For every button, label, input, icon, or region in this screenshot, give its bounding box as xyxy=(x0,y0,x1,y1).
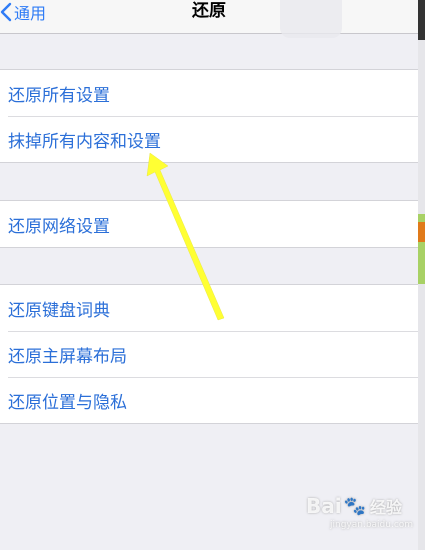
watermark-logo: Bai 🐾 经验 xyxy=(306,494,402,518)
watermark-text: Bai xyxy=(306,494,342,518)
erase-all-content-label: 抹掉所有内容和设置 xyxy=(8,131,161,152)
background-edge-orange xyxy=(418,222,425,242)
reset-home-screen-layout-label: 还原主屏幕布局 xyxy=(8,346,127,367)
reset-group-1: 还原所有设置 抹掉所有内容和设置 xyxy=(0,69,418,163)
reset-network-settings-label: 还原网络设置 xyxy=(8,216,110,237)
watermark-cn: 经验 xyxy=(370,498,403,517)
reset-network-settings-item[interactable]: 还原网络设置 xyxy=(0,201,418,247)
navigation-bar: 通用 还原 xyxy=(0,0,418,38)
reset-location-privacy-item[interactable]: 还原位置与隐私 xyxy=(0,377,418,423)
reset-keyboard-dictionary-item[interactable]: 还原键盘词典 xyxy=(0,285,418,331)
erase-all-content-item[interactable]: 抹掉所有内容和设置 xyxy=(0,116,418,162)
reset-all-settings-label: 还原所有设置 xyxy=(8,85,110,106)
watermark-url: jingyan.baidu.com xyxy=(330,520,414,530)
reset-home-screen-layout-item[interactable]: 还原主屏幕布局 xyxy=(0,331,418,377)
watermark-paw-icon: 🐾 xyxy=(343,495,367,517)
reset-keyboard-dictionary-label: 还原键盘词典 xyxy=(8,300,110,321)
reset-group-3: 还原键盘词典 还原主屏幕布局 还原位置与隐私 xyxy=(0,284,418,424)
reset-all-settings-item[interactable]: 还原所有设置 xyxy=(0,70,418,116)
reset-location-privacy-label: 还原位置与隐私 xyxy=(8,392,127,413)
overlay-ghost xyxy=(280,0,342,38)
reset-group-2: 还原网络设置 xyxy=(0,200,418,248)
settings-screen: 通用 还原 还原所有设置 抹掉所有内容和设置 还原网络设置 还原键盘词典 还原主… xyxy=(0,0,418,550)
background-edge-dark xyxy=(418,0,425,40)
page-title: 还原 xyxy=(192,1,226,21)
